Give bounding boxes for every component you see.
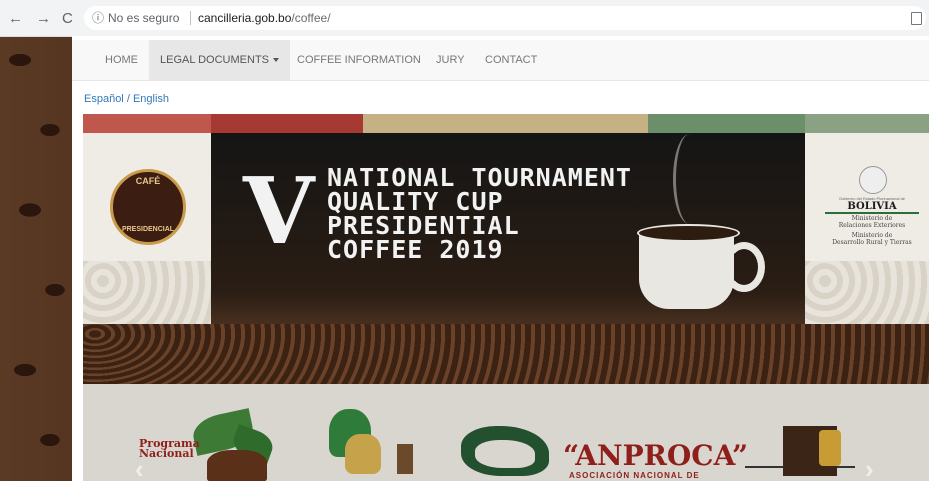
- caret-down-icon: [273, 58, 280, 63]
- arrow-left-icon[interactable]: ←: [8, 10, 23, 27]
- anproca-subtitle: ASOCIACIÓN NACIONAL DE: [569, 471, 700, 480]
- logo-text-top: CAFÉ: [135, 176, 161, 186]
- bean-pattern: [805, 261, 929, 331]
- carousel-next-icon[interactable]: ›: [865, 454, 874, 481]
- ministry-1-line-2: Relaciones Exteriores: [838, 222, 906, 229]
- info-icon[interactable]: ⓘ: [92, 6, 104, 30]
- banner-title-line-1: NATIONAL TOURNAMENT: [327, 163, 632, 192]
- banner-stripe-tan: [363, 114, 648, 133]
- main-navbar: HOME LEGAL DOCUMENTS COFFEE INFORMATION …: [72, 40, 929, 81]
- logo-text-bottom: PRESIDENCIAL: [121, 226, 175, 233]
- browser-toolbar: ← → C ⓘ No es seguro cancilleria.gob.bo/…: [0, 0, 929, 37]
- banner-title-line-4: COFFEE 2019: [327, 235, 504, 264]
- bookmark-icon[interactable]: [911, 12, 922, 25]
- banner-stripe-lightgreen: [805, 114, 929, 133]
- url-domain: cancilleria.gob.bo: [198, 11, 292, 25]
- lang-separator: /: [123, 93, 133, 105]
- hero-banner: CAFÉ PRESIDENCIAL V NATIONAL TOURNAMENT …: [83, 114, 929, 481]
- grinder-logo-graphic: [397, 444, 413, 474]
- url-path: /coffee/: [291, 11, 331, 25]
- nav-legal-documents-label: LEGAL DOCUMENTS: [160, 54, 270, 66]
- address-bar[interactable]: ⓘ No es seguro cancilleria.gob.bo/coffee…: [84, 6, 926, 30]
- coffee-cup-handle: [723, 242, 765, 292]
- lang-spanish-link[interactable]: Español: [84, 93, 124, 105]
- programa-nacional-logo: Programa Nacional: [139, 438, 200, 460]
- url-text[interactable]: cancilleria.gob.bo/coffee/: [198, 6, 331, 30]
- banner-stripe-green: [648, 114, 805, 133]
- nav-home[interactable]: HOME: [94, 40, 149, 80]
- coffee-beans-row: [83, 324, 929, 384]
- bolivia-label: BOLIVIA: [825, 201, 919, 214]
- edition-numeral: V: [243, 157, 315, 265]
- banner-title-line-2: QUALITY CUP: [327, 187, 504, 216]
- nav-contact[interactable]: CONTACT: [474, 40, 548, 80]
- nav-legal-documents[interactable]: LEGAL DOCUMENTS: [149, 40, 291, 80]
- ministry-1-line-1: Ministerio de: [851, 215, 893, 222]
- omnibox-separator: [190, 11, 191, 25]
- programa-line-2: Nacional: [139, 447, 194, 460]
- anproca-logo-text: “ANPROCA”: [563, 439, 749, 472]
- banner-stripe-darkred: [211, 114, 363, 133]
- ministry-2-line-1: Ministerio de: [851, 232, 893, 239]
- map-logo-inner: [475, 440, 535, 468]
- reload-icon[interactable]: C: [62, 10, 73, 27]
- lang-english-link[interactable]: English: [133, 93, 169, 105]
- web-page: HOME LEGAL DOCUMENTS COFFEE INFORMATION …: [72, 36, 929, 481]
- carousel-prev-icon[interactable]: ‹: [135, 454, 144, 481]
- nav-jury[interactable]: JURY: [425, 40, 476, 80]
- banner-title-line-3: PRESIDENTIAL: [327, 211, 520, 240]
- bolivia-crest-icon: [859, 166, 887, 194]
- cafe-presidencial-logo: CAFÉ PRESIDENCIAL: [110, 169, 186, 245]
- arrow-right-icon[interactable]: →: [36, 10, 51, 27]
- farmer-logo-graphic: [345, 434, 381, 474]
- steam-graphic: [673, 134, 706, 224]
- ministry-2-line-2: Desarrollo Rural y Tierras: [832, 239, 912, 246]
- banner-stripe-red: [83, 114, 211, 133]
- programa-logo-beans: [207, 450, 267, 481]
- bean-pattern: [83, 261, 211, 331]
- language-switcher: Español / English: [84, 93, 169, 105]
- right-logo-accent: [819, 430, 841, 466]
- coffee-cup-top: [637, 224, 740, 242]
- security-status: No es seguro: [108, 11, 180, 25]
- nav-coffee-information[interactable]: COFFEE INFORMATION: [286, 40, 432, 80]
